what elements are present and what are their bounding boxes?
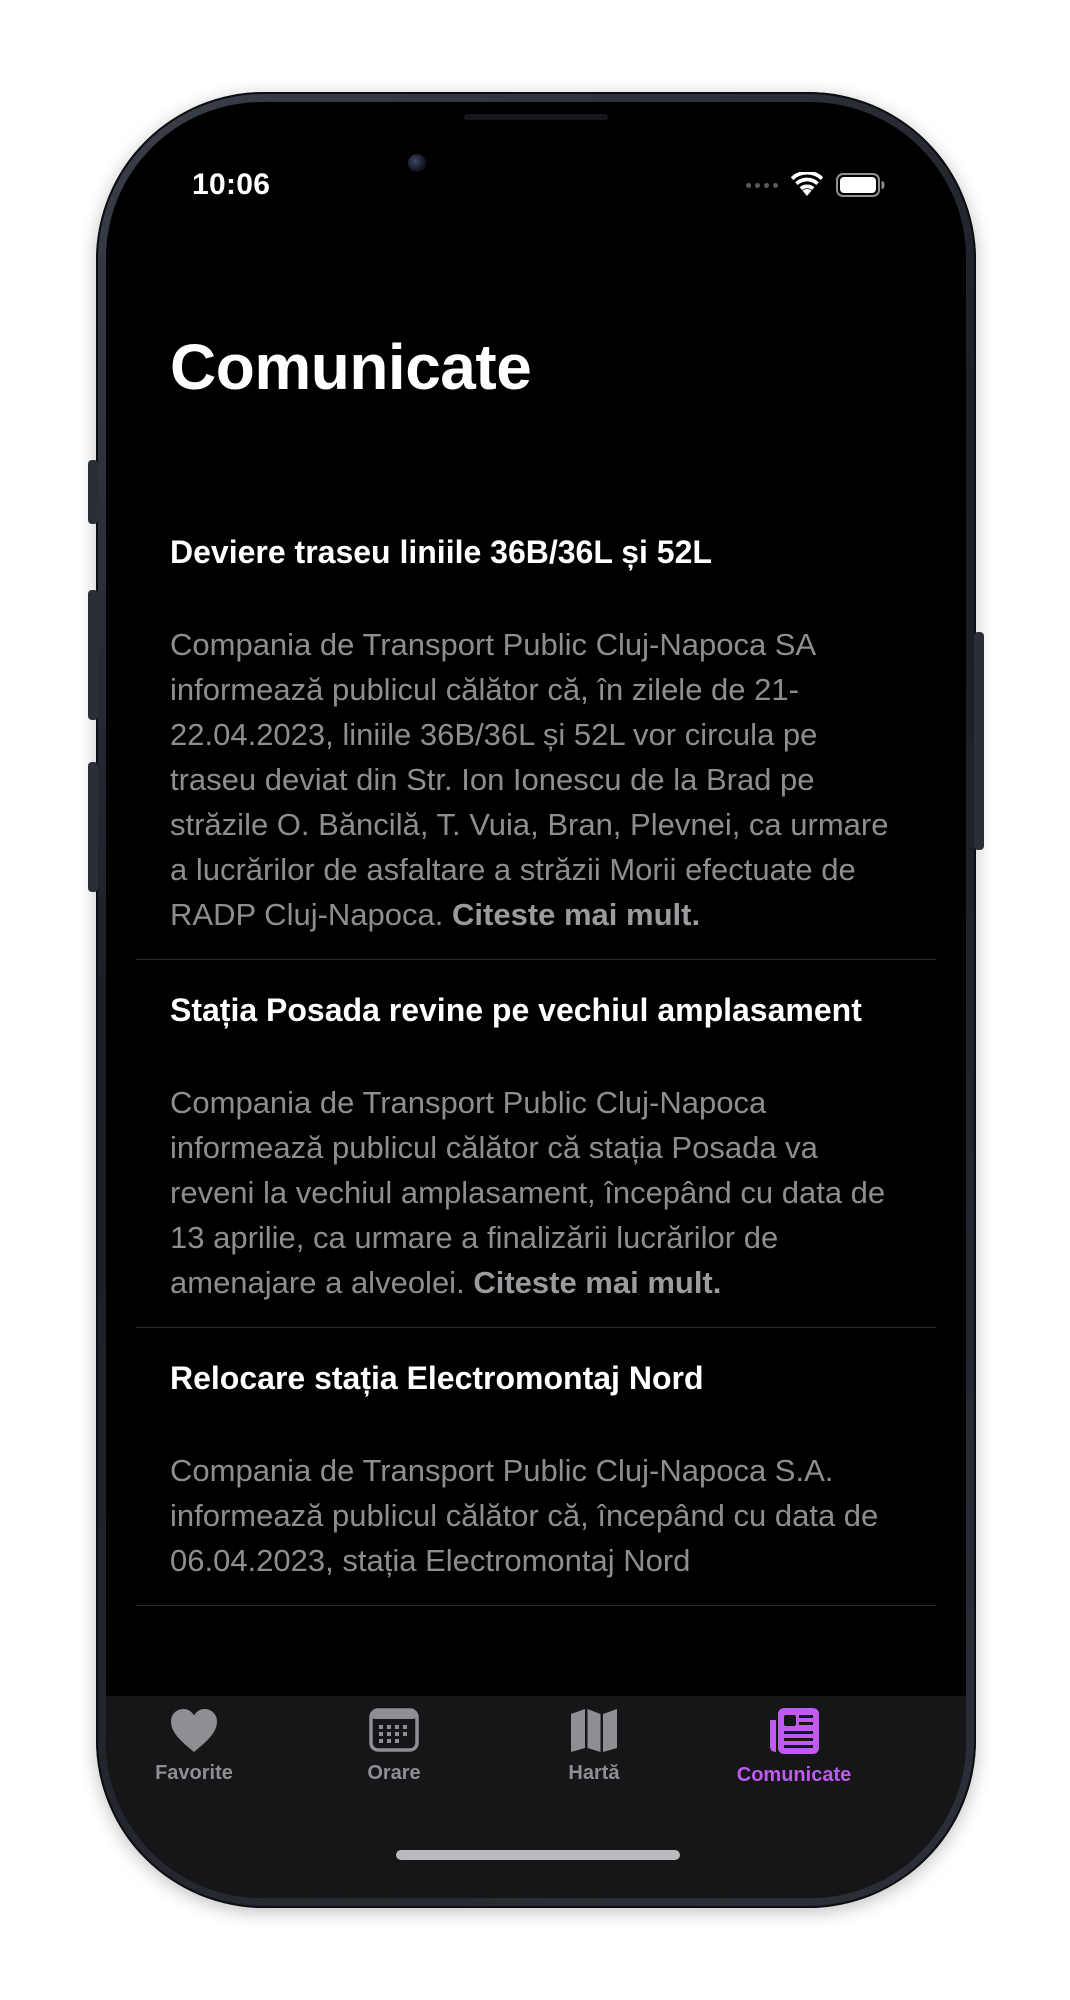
tab-bar: Favorite Orare Hartă Comunicate [106,1696,966,1898]
announcements-list[interactable]: Deviere traseu liniile 36B/36L și 52L Co… [136,502,936,1798]
page-title: Comunicate [170,331,532,403]
newspaper-icon [770,1708,819,1754]
announcement-item[interactable]: Stația Posada revine pe vechiul amplasam… [136,960,936,1328]
announcement-title: Stația Posada revine pe vechiul amplasam… [170,992,862,1028]
tab-comunicate[interactable]: Comunicate [694,1706,894,1787]
tab-label: Favorite [155,1762,233,1784]
read-more-link[interactable]: Citeste mai mult. [452,897,700,932]
tab-orare[interactable]: Orare [294,1706,494,1785]
front-camera [408,154,426,172]
announcement-text: Compania de Transport Public Cluj-Napoca… [170,627,889,932]
screen: 10:06 Comunicate Deviere traseu liniile … [106,102,966,1898]
announcement-body: Compania de Transport Public Cluj-Napoca… [170,1398,902,1605]
announcement-title: Deviere traseu liniile 36B/36L și 52L [170,534,712,570]
announcement-item[interactable]: Deviere traseu liniile 36B/36L și 52L Co… [136,502,936,960]
map-icon [571,1709,617,1752]
volume-up-button [88,590,98,720]
battery-icon [836,173,885,197]
wifi-icon [790,172,824,196]
power-button [974,632,984,850]
status-icons [746,172,886,198]
announcement-body: Compania de Transport Public Cluj-Napoca… [170,1030,902,1327]
volume-down-button [88,762,98,892]
tab-label: Orare [367,1762,421,1784]
status-time: 10:06 [192,168,271,201]
tab-label: Hartă [568,1762,620,1784]
earpiece [464,114,608,120]
announcement-body: Compania de Transport Public Cluj-Napoca… [170,572,902,959]
announcement-item[interactable]: Relocare stația Electromontaj Nord Compa… [136,1328,936,1606]
tab-harta[interactable]: Hartă [494,1706,694,1785]
home-indicator[interactable] [396,1850,680,1860]
announcement-text: Compania de Transport Public Cluj-Napoca… [170,1453,879,1578]
tab-label: Comunicate [736,1764,852,1786]
tab-favorite[interactable]: Favorite [106,1706,294,1785]
calendar-icon [369,1708,419,1752]
action-button [88,460,98,524]
heart-icon [171,1709,217,1752]
read-more-link[interactable]: Citeste mai mult. [473,1265,721,1300]
cellular-signal-icon [746,182,778,188]
announcement-title: Relocare stația Electromontaj Nord [170,1360,704,1396]
